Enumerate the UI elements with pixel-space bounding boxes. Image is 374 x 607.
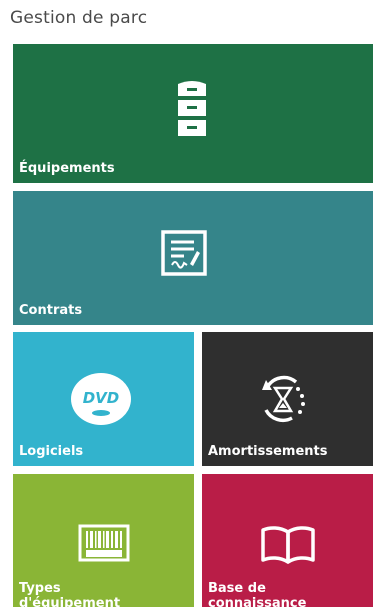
filing-cabinet-icon — [178, 81, 206, 136]
svg-text:DVD: DVD — [83, 389, 120, 407]
tile-label: Contrats — [19, 303, 83, 318]
tile-logiciels[interactable]: DVD Logiciels — [13, 332, 194, 466]
tile-base-de-connaissance[interactable]: Base de connaissance — [202, 474, 373, 607]
tile-types-equipement[interactable]: Types d'équipement — [13, 474, 194, 607]
tile-contrats[interactable]: Contrats — [13, 191, 373, 325]
tile-label: Amortissements — [208, 444, 328, 459]
tile-amortissements[interactable]: Amortissements — [202, 332, 373, 466]
tile-label: Types d'équipement — [19, 581, 121, 607]
open-book-icon — [261, 526, 315, 564]
dvd-icon: DVD — [71, 373, 131, 425]
tile-label: Logiciels — [19, 444, 84, 459]
section-title: Gestion de parc — [10, 8, 148, 28]
tile-label: Base de connaissance — [208, 581, 307, 607]
tile-equipements[interactable]: Équipements — [13, 44, 373, 183]
hourglass-refresh-icon — [262, 375, 305, 423]
barcode-icon — [78, 524, 130, 562]
tile-label: Équipements — [19, 161, 115, 176]
signed-contract-icon — [161, 230, 207, 276]
